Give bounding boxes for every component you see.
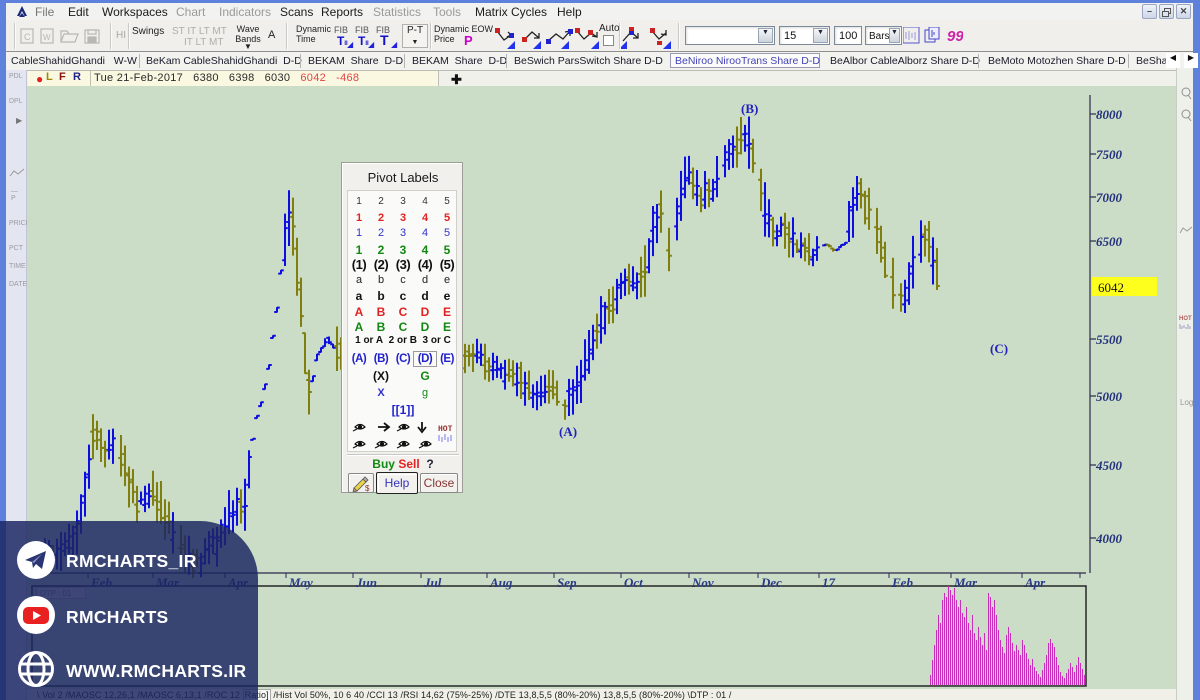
svg-text:W: W	[43, 33, 51, 42]
svg-text:C: C	[24, 32, 31, 42]
svg-text:99: 99	[947, 28, 963, 45]
svg-text:$: $	[365, 484, 370, 492]
svg-text:HOT: HOT	[438, 425, 453, 434]
